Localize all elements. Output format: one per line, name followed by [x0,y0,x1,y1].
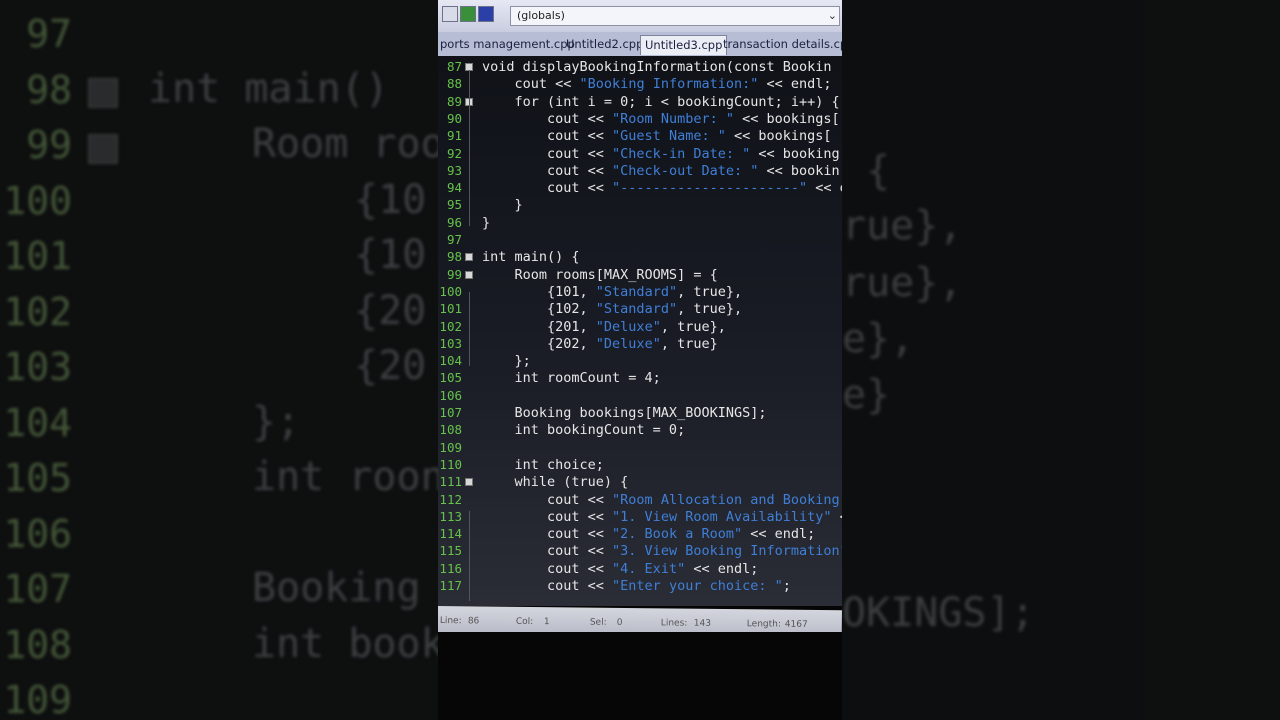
status-line-label: Line: [439,616,462,627]
code-line: cout << "1. View Room Availability" << [482,508,842,525]
line-number: 99 [446,266,462,282]
line-number: 101 [439,301,462,317]
line-number: 109 [439,439,462,455]
code-line: cout << "Check-out Date: " << bookin [482,162,840,179]
code-line: cout << "Room Number: " << bookings[ [482,110,840,127]
toolbar-button-icon[interactable] [442,6,458,22]
code-line: int choice; [482,456,604,473]
line-number: 95 [446,197,462,213]
line-number: 105 [439,370,462,386]
fold-toggle-icon[interactable] [465,478,473,487]
code-line: cout << "4. Exit" << endl; [482,560,759,577]
status-sel-value: 0 [616,617,623,628]
line-number: 102 [439,318,462,334]
line-number: 92 [446,145,462,161]
toolbar: (globals) ⌄ [438,0,842,33]
code-line: {202, "Deluxe", true} [482,335,718,352]
code-line: {101, "Standard", true}, [482,283,743,300]
line-number: 115 [439,543,462,559]
background-left-shade [0,0,438,720]
line-number: 111 [439,474,462,490]
line-number: 112 [439,491,462,507]
code-line: int main() { [482,249,580,266]
code-line: while (true) { [482,474,629,491]
line-number: 88 [446,76,462,92]
line-number: 94 [446,180,462,196]
code-line: } [482,197,523,214]
code-line: cout << "2. Book a Room" << endl; [482,526,816,543]
line-number: 116 [439,560,462,576]
line-number: 91 [446,128,462,144]
code-line: cout << "Guest Name: " << bookings[ [482,128,832,145]
line-number: 100 [439,283,462,299]
fold-guide [469,511,470,601]
code-line: Booking bookings[MAX_BOOKINGS]; [482,405,767,421]
scope-dropdown[interactable]: (globals) ⌄ [510,6,840,26]
background-right-shade [842,0,1280,720]
ide-window: (globals) ⌄ ports management.cpp Untitle… [438,0,842,720]
status-sel-label: Sel: [589,617,607,628]
line-number: 110 [439,456,462,472]
line-number: 93 [446,162,462,178]
tab-untitled3[interactable]: Untitled3.cpp [640,35,728,55]
line-number: 106 [439,387,462,403]
code-line: {201, "Deluxe", true}, [482,318,726,335]
line-number: 108 [439,422,462,438]
tab-untitled2[interactable]: Untitled2.cpp [562,35,647,55]
code-line: int bookingCount = 0; [482,422,686,439]
fold-guide [469,70,470,226]
line-number: 89 [446,93,462,109]
line-number: 96 [446,214,462,230]
code-line: Room rooms[MAX_ROOMS] = { [482,266,718,283]
status-col-label: Col: [515,616,534,627]
code-line: cout << "----------------------" << e [482,180,842,197]
tab-ports-management[interactable]: ports management.cpp [438,35,579,55]
tab-transaction-details[interactable]: transaction details.cpp [719,35,842,55]
code-line: cout << "3. View Booking Information" [482,543,842,560]
code-line: cout << "Booking Information:" << endl; [482,76,832,93]
code-editor[interactable]: 87 void displayBookingInformation(const B… [438,56,842,606]
file-tabs: ports management.cpp Untitled2.cpp Untit… [438,32,842,57]
bookmark-icon[interactable] [478,6,494,22]
line-number: 103 [439,335,462,351]
code-line: cout << "Room Allocation and Booking S [482,491,842,508]
code-line: cout << "Enter your choice: "; [482,578,791,594]
line-number: 117 [439,578,462,593]
code-line: for (int i = 0; i < bookingCount; i++) { [482,93,840,110]
status-col-value: 1 [543,617,550,628]
code-line: }; [482,353,531,370]
line-number: 113 [439,508,462,524]
line-number: 104 [439,353,462,369]
code-line: } [482,214,491,231]
code-line: cout << "Check-in Date: " << booking [482,145,840,162]
code-line: {102, "Standard", true}, [482,301,743,318]
chevron-down-icon: ⌄ [827,9,837,22]
back-arrow-icon[interactable] [460,6,476,22]
fold-toggle-icon[interactable] [465,270,473,279]
line-number: 97 [446,232,462,247]
line-number: 87 [446,59,462,74]
status-lines-value: 143 [693,618,712,629]
fold-guide [469,292,470,366]
code-line: void displayBookingInformation(const Boo… [482,59,832,75]
status-line-value: 86 [467,616,480,627]
status-lines-label: Lines: [660,618,688,629]
monitor-bezel [438,632,842,720]
status-length-label: Length: [746,619,781,630]
line-number: 98 [446,249,462,265]
code-line: int roomCount = 4; [482,370,661,387]
line-number: 90 [446,110,462,126]
fold-toggle-icon[interactable] [465,253,473,262]
line-number: 107 [439,405,462,420]
scope-dropdown-value: (globals) [517,9,565,22]
line-number: 114 [439,526,462,542]
status-length-value: 4167 [784,619,808,630]
